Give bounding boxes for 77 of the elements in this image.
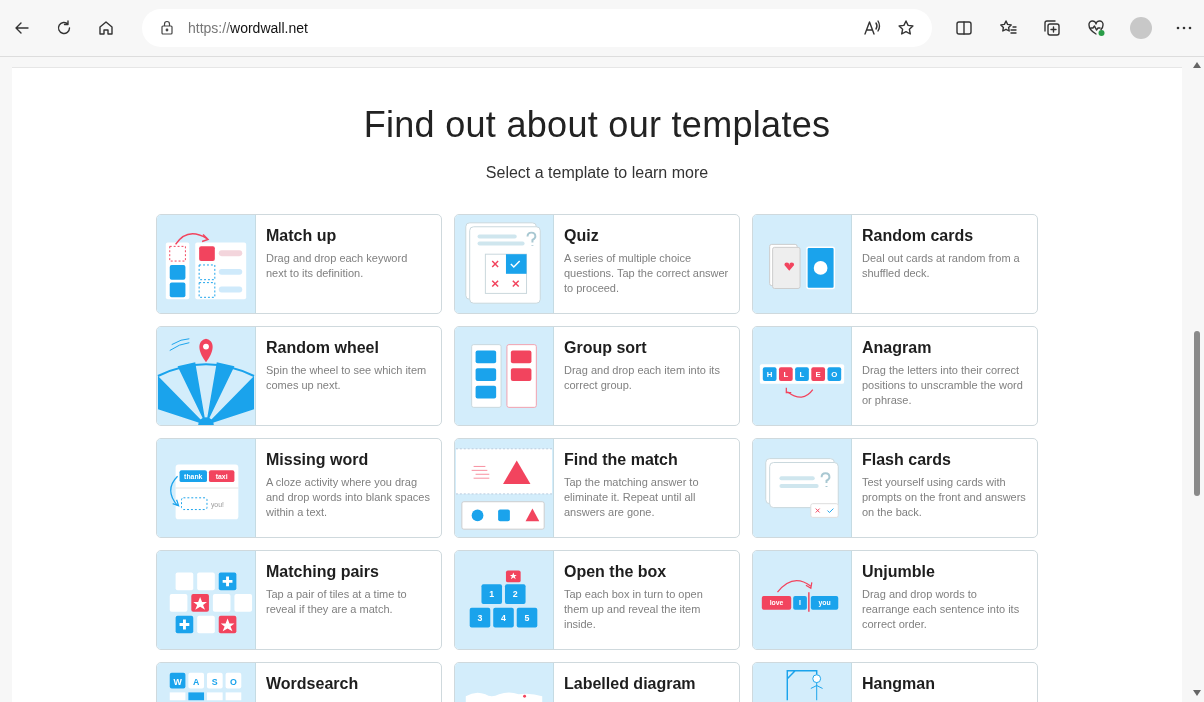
curved-arrow: [174, 233, 210, 246]
playing-cards-drawing: [769, 243, 836, 290]
grid-letter: S: [211, 676, 218, 687]
template-title: Quiz: [564, 227, 600, 245]
template-title: Labelled diagram: [564, 675, 696, 693]
url-text: https://wordwall.net: [188, 20, 309, 36]
gallows-drawing: [786, 670, 824, 701]
home-icon[interactable]: [96, 18, 116, 38]
tile-label: 3: [477, 612, 483, 623]
lock-icon: [160, 20, 174, 36]
template-title: Random cards: [862, 227, 975, 245]
scrollbar-thumb[interactable]: [1194, 331, 1200, 496]
template-description: Drag and drop each keyword next to its definition.: [266, 251, 409, 281]
page-heading: Find out about our templates: [363, 104, 831, 146]
tile-label: E: [815, 369, 821, 379]
template-card[interactable]: Match up Drag and drop each keyword next to its definition.: [156, 214, 442, 314]
grid-letter: A: [193, 676, 200, 687]
template-card[interactable]: Labelled diagram: [454, 662, 740, 702]
tile-label: 1: [489, 589, 495, 600]
blank-slot: [181, 497, 208, 511]
template-description: Tap a pair of tiles at a time to reveal if they are a match.: [266, 587, 408, 617]
tile-label: 5: [524, 612, 530, 623]
template-description: Deal out cards at random from a shuffled deck.: [862, 251, 1021, 281]
template-title: Match up: [266, 227, 338, 245]
template-description: Tap the matching answer to eliminate it. Repeat until all answers are gone.: [564, 475, 700, 520]
template-description: Tap each box in turn to open them up and reveal the item inside.: [564, 587, 704, 632]
tile-label: O: [831, 369, 838, 379]
curved-arrow: [170, 475, 180, 507]
template-description: Drag and drop each item into its correct group.: [564, 363, 721, 393]
template-title: Hangman: [862, 675, 935, 693]
page-subheading: Select a template to learn more: [485, 164, 709, 182]
curved-arrow: [785, 387, 814, 398]
template-title: Open the box: [564, 563, 668, 581]
template-title: Wordsearch: [266, 675, 359, 693]
template-title: Matching pairs: [266, 563, 380, 581]
tile-label: L: [799, 369, 805, 379]
question-mark-icon: [820, 472, 831, 488]
template-title: Unjumble: [862, 563, 936, 581]
curved-arrow: [776, 580, 813, 593]
template-title: Group sort: [564, 339, 648, 357]
template-card[interactable]: Group sort Drag and drop each item into its correct group.: [454, 326, 740, 426]
template-card[interactable]: Find the match Tap the matching answer to eliminate it. Repeat until all answers are gone.: [454, 438, 740, 538]
grid-letter: W: [173, 676, 182, 687]
template-description: Drag and drop words to rearrange each sentence into its correct order.: [862, 587, 1021, 632]
question-mark-icon: [526, 231, 537, 247]
template-description: Test yourself using cards with prompts on the front and answers on the back.: [862, 475, 1027, 520]
tile-label: L: [783, 369, 789, 379]
template-card[interactable]: Quiz A series of multiple choice questions. Tap the correct answer to proceed.: [454, 214, 740, 314]
template-card[interactable]: Flash cards Test yourself using cards with prompts on the front and answers on the back.: [752, 438, 1038, 538]
template-title: Find the match: [564, 451, 679, 469]
tile-label: H: [766, 369, 773, 379]
tile-label: 2: [512, 589, 518, 600]
health-heart-icon[interactable]: [1086, 18, 1106, 38]
template-card[interactable]: Random cards Deal out cards at random from a shuffled deck.: [752, 214, 1038, 314]
template-card[interactable]: W A S O Wordsearch: [156, 662, 442, 702]
template-description: A cloze activity where you drag and drop words into blank spaces within a text.: [266, 475, 431, 520]
group-sort-drawing: [471, 344, 537, 408]
template-title: Random wheel: [266, 339, 380, 357]
scroll-down-icon[interactable]: [1192, 689, 1202, 697]
template-title: Missing word: [266, 451, 370, 469]
template-card[interactable]: Random wheel Spin the wheel to see which item comes up next.: [156, 326, 442, 426]
template-description: Spin the wheel to see which item comes up next.: [266, 363, 428, 393]
address-bar[interactable]: https://wordwall.net: [142, 9, 932, 47]
template-title: Anagram: [862, 339, 933, 357]
scroll-up-icon[interactable]: [1192, 61, 1202, 69]
template-title: Flash cards: [862, 451, 952, 469]
grid-letter: O: [230, 676, 237, 687]
template-card[interactable]: H L L E O Anagram Drag the letters into their correct positions to unscramble the word or phrase.: [752, 326, 1038, 426]
template-card[interactable]: 1 2 3 4 5 Open the box Tap each box in turn to open them up and reveal the item inside.: [454, 550, 740, 650]
template-card[interactable]: Matching pairs Tap a pair of tiles at a time to reveal if they are a match.: [156, 550, 442, 650]
split-screen-icon[interactable]: [954, 18, 974, 38]
collections-icon[interactable]: [1042, 18, 1062, 38]
template-card[interactable]: Hangman: [752, 662, 1038, 702]
template-description: Drag the letters into their correct positions to unscramble the word or phrase.: [862, 363, 1024, 408]
template-description: A series of multiple choice questions. Tap the correct answer to proceed.: [564, 251, 729, 296]
star-icon[interactable]: [896, 18, 916, 38]
tile-label: 4: [501, 612, 506, 623]
